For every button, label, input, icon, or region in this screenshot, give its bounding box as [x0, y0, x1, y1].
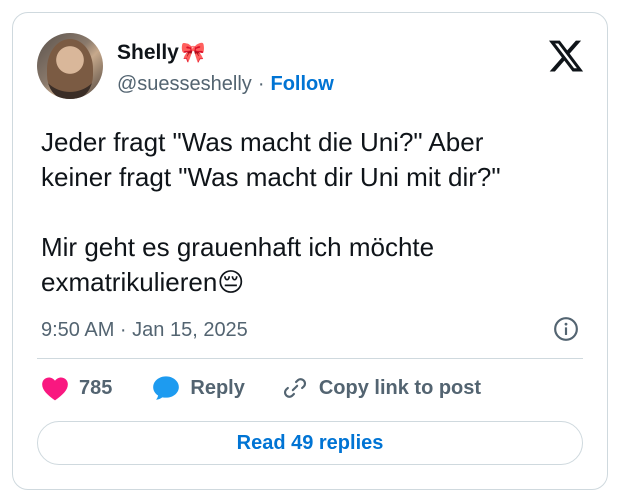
author-handle[interactable]: @suesseshelly — [117, 73, 252, 96]
avatar-photo — [47, 39, 93, 99]
likes-count: 785 — [79, 376, 113, 399]
action-bar: 785 Reply Copy link to post — [41, 375, 481, 401]
heart-icon — [42, 377, 68, 401]
separator-dot: · — [257, 73, 265, 95]
speech-bubble-icon — [153, 376, 180, 400]
read-replies-button[interactable]: Read 49 replies — [37, 421, 583, 465]
copy-link-label: Copy link to post — [318, 376, 482, 399]
timestamp[interactable]: 9:50 AM · Jan 15, 2025 — [41, 319, 248, 342]
read-replies-label: Read 49 replies — [236, 431, 384, 454]
reply-button[interactable]: Reply — [152, 375, 245, 401]
author-name[interactable]: Shelly — [117, 41, 179, 65]
tweet-card: Shelly 🎀 @suesseshelly · Follow Jeder fr… — [12, 12, 608, 490]
bow-emoji: 🎀 — [180, 42, 206, 64]
follow-button[interactable]: Follow — [270, 73, 333, 96]
divider — [37, 358, 583, 359]
tweet-text: Jeder fragt "Was macht die Uni?" Aber ke… — [41, 127, 501, 297]
link-icon — [283, 378, 306, 398]
info-icon[interactable] — [553, 316, 579, 342]
reply-label: Reply — [190, 376, 245, 399]
like-button[interactable]: 785 — [41, 375, 112, 401]
x-logo-icon[interactable] — [547, 37, 585, 75]
avatar[interactable] — [37, 33, 103, 99]
handle-row: @suesseshelly · Follow — [117, 73, 334, 96]
author-name-row[interactable]: Shelly 🎀 — [117, 41, 206, 65]
copy-link-button[interactable]: Copy link to post — [281, 375, 481, 401]
